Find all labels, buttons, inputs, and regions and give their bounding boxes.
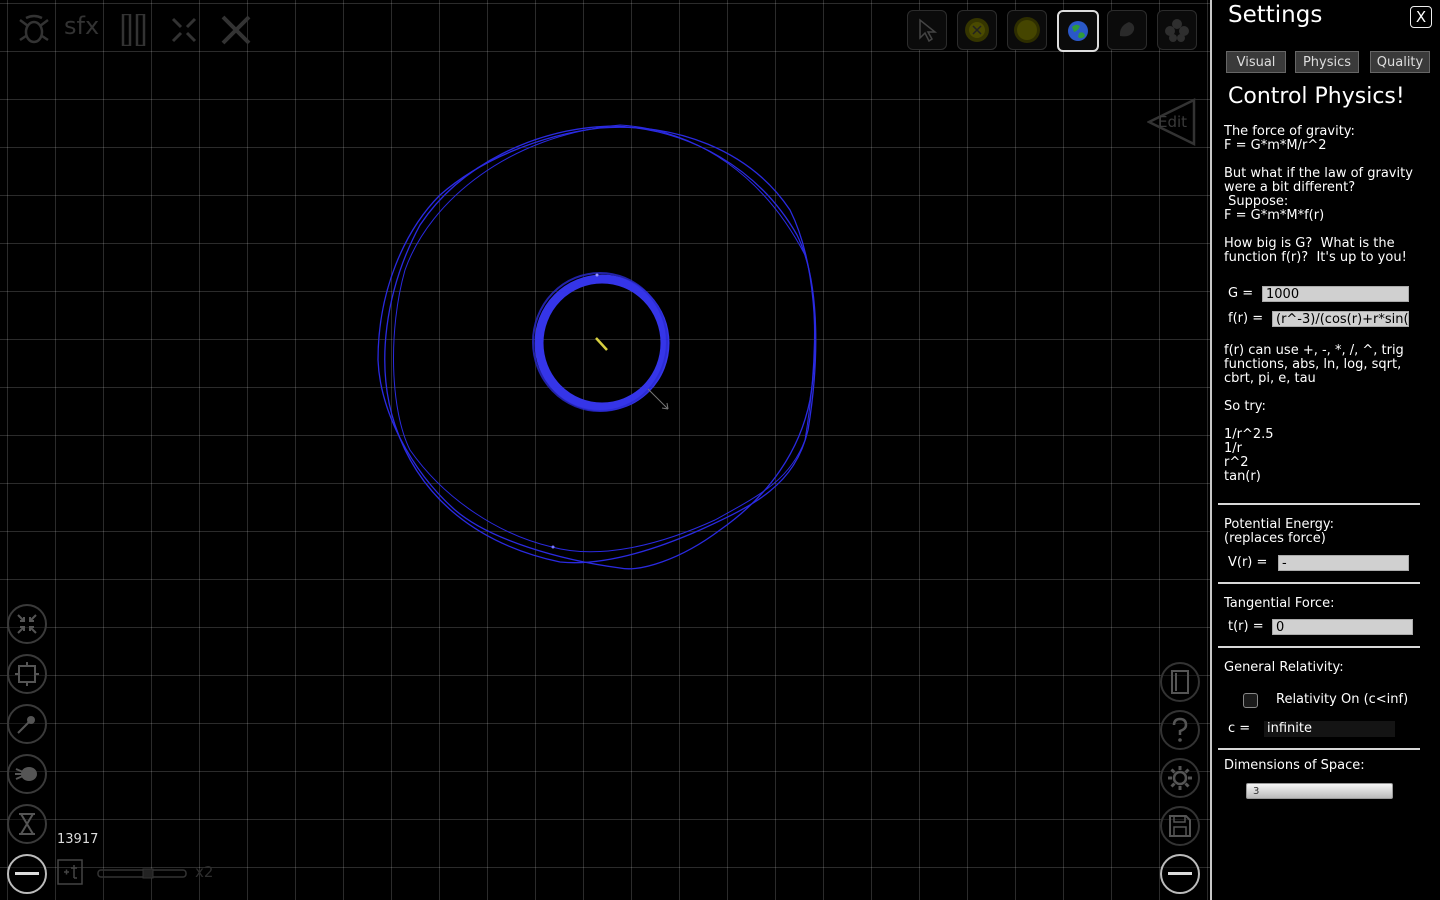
slingshot-icon [17,716,35,734]
v-input[interactable]: - [1278,555,1409,571]
close-button[interactable]: X [1410,6,1432,28]
speed-slider[interactable] [97,866,189,885]
divider [1218,503,1420,505]
star-icon [965,18,989,42]
divider [1218,582,1420,584]
planet-icon [1068,21,1088,41]
time-button[interactable] [7,804,47,844]
comet-icon [15,767,37,781]
help-button[interactable] [1160,710,1200,750]
cursor-tool-button[interactable] [907,10,947,50]
relativity-checkbox-label: Relativity On (c<inf) [1276,692,1409,707]
examples-list: 1/r^2.5 1/r r^2 tan(r) [1224,427,1274,484]
minus-icon [1168,872,1192,875]
step-counter: 13917 [57,832,99,847]
add-cluster-button[interactable] [1157,10,1197,50]
minus-icon [15,872,39,875]
frame-view-button[interactable] [7,654,47,694]
intro-text: The force of gravity: F = G*m*M/r^2 But … [1224,124,1413,265]
cursor-icon [919,18,938,42]
save-button[interactable] [1160,806,1200,846]
edit-label: Edit [1158,113,1188,131]
orbiting-body[interactable] [551,545,555,549]
frame-icon [15,662,39,686]
try-label: So try: [1224,399,1266,414]
gear-icon [1168,766,1192,790]
sun-icon [1014,17,1040,43]
add-star-button[interactable] [957,10,997,50]
zoom-out-button[interactable] [7,854,47,894]
outer-orbit-trail-3 [393,124,815,553]
v-label: V(r) = [1228,555,1268,570]
time-plus-icon [57,859,83,885]
comet-tool-button[interactable] [7,754,47,794]
add-sun-button[interactable] [1007,10,1047,50]
panel-title: Settings [1228,2,1323,28]
tab-physics[interactable]: Physics [1295,51,1359,73]
tab-visual[interactable]: Visual [1226,51,1286,73]
settings-button[interactable] [1160,758,1200,798]
central-mass[interactable] [595,337,608,351]
divider [1218,748,1420,750]
book-button[interactable] [1160,662,1200,702]
collapse-icon[interactable] [170,16,198,48]
hourglass-icon [19,813,35,835]
bug-icon[interactable] [16,12,52,52]
tangential-force-label: Tangential Force: [1224,596,1335,611]
question-icon [1172,717,1188,742]
sfx-toggle[interactable]: sfx [64,12,99,40]
relativity-checkbox[interactable] [1243,693,1258,708]
zoom-in-button[interactable] [1160,854,1200,894]
section-heading: Control Physics! [1228,84,1405,109]
g-label: G = [1228,286,1254,301]
g-input[interactable]: 1000 [1262,286,1409,302]
launch-tool-button[interactable] [7,704,47,744]
c-label: c = [1228,721,1251,736]
t-label: t(r) = [1228,619,1264,634]
add-asteroid-button[interactable] [1107,10,1147,50]
cluster-icon [1165,19,1189,42]
shrink-view-button[interactable] [7,604,47,644]
fr-input[interactable]: (r^-3)/(cos(r)+r*sin(r [1272,311,1409,327]
asteroid-icon [1119,22,1135,37]
functions-note: f(r) can use +, -, *, /, ^, trig functio… [1224,343,1404,386]
book-icon [1171,670,1189,694]
speed-multiplier: x2 [195,863,214,881]
settings-panel: Settings X Visual Physics Quality Contro… [1210,0,1440,900]
dimensions-slider[interactable]: 3 [1246,783,1393,799]
simulation-canvas[interactable]: sfx Edit 13917 x2 [0,0,1210,900]
clear-icon[interactable] [220,14,252,50]
potential-energy-label: Potential Energy: (replaces force) [1224,517,1335,546]
time-plus-button[interactable] [57,859,83,889]
velocity-arrow[interactable] [647,388,669,410]
compress-icon [17,614,37,634]
t-input[interactable]: 0 [1272,619,1413,635]
add-planet-button[interactable] [1057,10,1099,52]
dimensions-label: Dimensions of Space: [1224,758,1365,773]
fr-label: f(r) = [1228,311,1264,326]
divider [1218,646,1420,648]
floppy-icon [1169,815,1191,837]
orbit-canvas [377,124,817,570]
relativity-label: General Relativity: [1224,660,1344,675]
tab-quality[interactable]: Quality [1370,51,1430,73]
pause-icon[interactable] [121,12,147,50]
c-input[interactable]: infinite [1264,721,1395,737]
